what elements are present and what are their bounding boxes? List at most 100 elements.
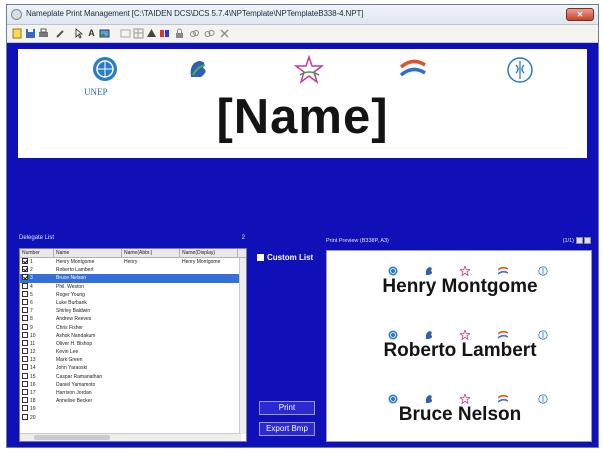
row-checkbox[interactable] [22, 389, 28, 395]
table-icon[interactable] [133, 28, 144, 39]
unep-logo-icon [93, 57, 117, 81]
save-icon[interactable] [25, 28, 36, 39]
row-checkbox[interactable] [22, 339, 28, 346]
new-icon[interactable] [12, 28, 23, 39]
image-icon[interactable] [99, 28, 110, 39]
table-row[interactable]: 14 John Yaraoski [20, 364, 246, 372]
lock-icon[interactable] [174, 28, 185, 39]
row-number: 5 [30, 291, 33, 298]
row-checkbox[interactable] [22, 290, 28, 297]
row-checkbox[interactable] [22, 348, 28, 355]
pointer-icon[interactable] [73, 28, 84, 39]
unlink-icon[interactable] [204, 28, 215, 39]
column-name[interactable]: Name [54, 249, 122, 257]
table-row[interactable]: 1 Henry Montgome Henry Henry Montgome [20, 258, 246, 266]
row-number: 15 [30, 373, 36, 380]
row-name: Phil. Weston [56, 283, 84, 290]
organization-b-logo-icon [190, 61, 206, 77]
column-number[interactable]: Number [20, 249, 54, 257]
row-checkbox[interactable] [22, 307, 28, 314]
table-row[interactable]: 12 Kevin Lee [20, 348, 246, 356]
print-preview-area[interactable]: Henry Montgome Roberto Lambert Bruce Nelso… [326, 250, 592, 442]
print-button[interactable]: Print [259, 401, 315, 415]
table-row[interactable]: 19 [20, 405, 246, 413]
close-button[interactable]: ✕ [566, 8, 594, 21]
table-row[interactable]: 10 Ashok Nandakum [20, 331, 246, 340]
nameplate-canvas[interactable]: UNEP [Name] [18, 49, 587, 158]
row-checkbox[interactable] [22, 298, 28, 305]
row-number: 18 [30, 398, 36, 405]
horizontal-scrollbar[interactable] [20, 433, 241, 441]
star-logo-icon [458, 391, 472, 405]
table-row[interactable]: 20 [20, 413, 246, 422]
star-logo-icon [458, 263, 472, 277]
organization-b-logo-icon [424, 263, 434, 275]
row-name: Roberto Lambert [56, 267, 94, 274]
column-name-display[interactable]: Name(Display) [180, 249, 238, 257]
row-checkbox[interactable] [22, 331, 28, 338]
fao-logo-icon [538, 391, 548, 404]
delete-icon[interactable] [219, 28, 230, 39]
table-row[interactable]: 13 Mark Green [20, 356, 246, 364]
row-checkbox[interactable] [22, 282, 28, 289]
row-name: Andrew Reeves [56, 316, 92, 323]
table-row[interactable]: 15 Caspar Ramanathan [20, 372, 246, 381]
table-row[interactable]: 5 Roger Young [20, 290, 246, 299]
print-setup-icon[interactable] [38, 28, 49, 39]
table-row[interactable]: 11 Oliver H. Bishop [20, 339, 246, 348]
row-checkbox[interactable] [22, 315, 28, 322]
row-number: 17 [30, 390, 36, 396]
name-field-placeholder[interactable]: [Name] [18, 89, 587, 145]
row-checkbox[interactable] [22, 266, 28, 273]
table-row[interactable]: 9 Chris Fisher [20, 323, 246, 332]
table-row[interactable]: 3 Bruce Nelson [20, 274, 246, 283]
vertical-scrollbar[interactable] [239, 258, 246, 434]
row-checkbox[interactable] [22, 380, 28, 387]
row-checkbox[interactable] [22, 372, 28, 379]
preview-nameplate-card: Henry Montgome [335, 259, 585, 317]
row-name: Ashok Nandakum [56, 332, 96, 339]
align-icon[interactable] [120, 28, 131, 39]
unep-logo-icon [388, 391, 398, 404]
table-row[interactable]: 7 Shirley Baldwin [20, 307, 246, 315]
row-checkbox[interactable] [22, 258, 28, 264]
row-number: 14 [30, 365, 36, 372]
custom-list-toggle[interactable]: Custom List [257, 253, 313, 262]
table-row[interactable]: 17 Harrison Jordan [20, 389, 246, 397]
row-name: Daniel Yamamoto [56, 381, 96, 388]
row-name: John Yaraoski [56, 365, 88, 372]
export-bmp-button[interactable]: Export Bmp [259, 422, 315, 436]
delegate-list-header: Delegate List 2 [19, 235, 245, 247]
color-icon[interactable] [159, 28, 170, 39]
row-checkbox[interactable] [22, 364, 28, 371]
row-checkbox[interactable] [22, 323, 28, 330]
title-bar: Nameplate Print Management [C:\TAIDEN DC… [7, 5, 598, 25]
column-name-abbr[interactable]: Name(Abbr.) [122, 249, 180, 257]
row-checkbox[interactable] [22, 405, 28, 412]
row-checkbox[interactable] [22, 413, 28, 420]
table-row[interactable]: 16 Daniel Yamamoto [20, 380, 246, 389]
preview-delegate-name: Bruce Nelson [398, 404, 522, 425]
prev-page-button[interactable] [576, 237, 583, 244]
row-name: Mark Green [56, 357, 83, 364]
custom-list-checkbox[interactable] [257, 254, 264, 261]
row-checkbox[interactable] [22, 274, 28, 281]
tools-icon[interactable] [55, 28, 66, 39]
table-row[interactable]: 18 Annelise Becker [20, 397, 246, 405]
row-name: Kevin Lee [56, 349, 79, 356]
scroll-thumb[interactable] [34, 435, 110, 440]
next-page-button[interactable] [584, 237, 591, 244]
delegate-list-title: Delegate List [19, 235, 55, 241]
table-row[interactable]: 8 Andrew Reeves [20, 315, 246, 323]
delegate-list[interactable]: Number Name Name(Abbr.) Name(Display) 1 H… [19, 248, 247, 442]
table-row[interactable]: 4 Phil. Weston [20, 282, 246, 291]
table-row[interactable]: 2 Roberto Lambert [20, 266, 246, 274]
table-row[interactable]: 6 Luke Burbank [20, 298, 246, 307]
link-icon[interactable] [189, 28, 200, 39]
row-number: 16 [30, 381, 36, 388]
row-checkbox[interactable] [22, 356, 28, 363]
bring-front-icon[interactable] [146, 28, 157, 39]
row-number: 1 [30, 259, 33, 265]
row-checkbox[interactable] [22, 397, 28, 404]
text-icon[interactable]: A [86, 28, 97, 39]
